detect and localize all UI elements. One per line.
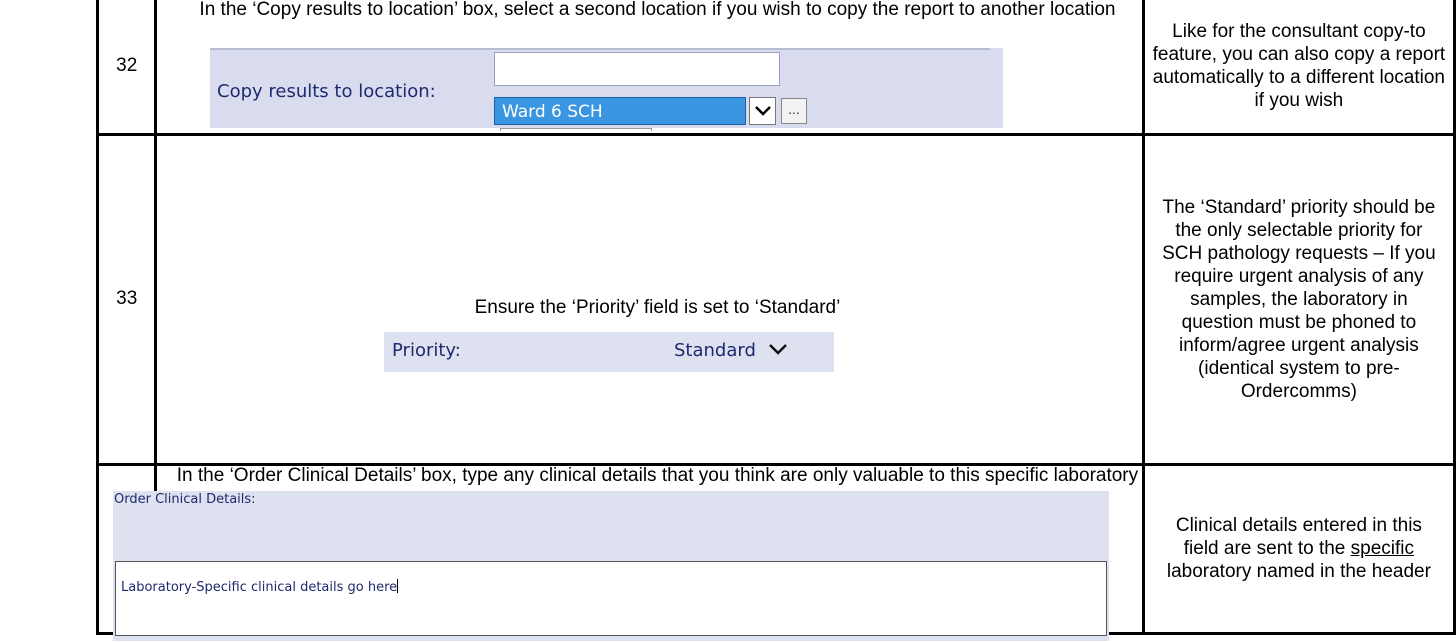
clinical-details-textarea[interactable]: Laboratory-Specific clinical details go …	[115, 561, 1107, 636]
priority-select[interactable]: Standard	[674, 340, 788, 361]
chevron-down-icon[interactable]	[749, 97, 776, 125]
step-instruction: In the ‘Copy results to location’ box, s…	[199, 0, 1116, 20]
table-row: 33 Ensure the ‘Priority’ field is set to…	[95, 132, 1456, 466]
step-instruction-cell: Ensure the ‘Priority’ field is set to ‘S…	[154, 132, 1145, 466]
next-field-edge	[500, 128, 652, 131]
step-note: Like for the consultant copy-to feature,…	[1141, 0, 1456, 136]
location-search-input[interactable]	[494, 52, 780, 86]
copy-location-screenshot: Copy results to location: Ward 6 SCH ...	[210, 48, 1003, 131]
priority-screenshot: Priority: Standard	[384, 332, 834, 372]
emphasis-specific: specific	[1350, 538, 1415, 559]
location-select[interactable]: Ward 6 SCH	[494, 97, 746, 125]
step-note: Clinical details entered in this field a…	[1141, 462, 1456, 635]
step-note: The ‘Standard’ priority should be the on…	[1141, 132, 1456, 466]
chevron-down-icon	[768, 344, 787, 355]
priority-label: Priority:	[392, 340, 461, 361]
step-number: 33	[95, 132, 158, 466]
location-browse-button[interactable]: ...	[781, 98, 807, 124]
step-number: 32	[95, 0, 158, 136]
clinical-details-label: Order Clinical Details:	[114, 492, 256, 507]
text-cursor	[397, 579, 399, 593]
clinical-details-screenshot: Order Clinical Details: Laboratory-Speci…	[113, 491, 1109, 641]
step-instruction: Ensure the ‘Priority’ field is set to ‘S…	[474, 296, 841, 318]
copy-results-label: Copy results to location:	[217, 81, 436, 102]
step-instruction: In the ‘Order Clinical Details’ box, typ…	[176, 464, 1139, 486]
